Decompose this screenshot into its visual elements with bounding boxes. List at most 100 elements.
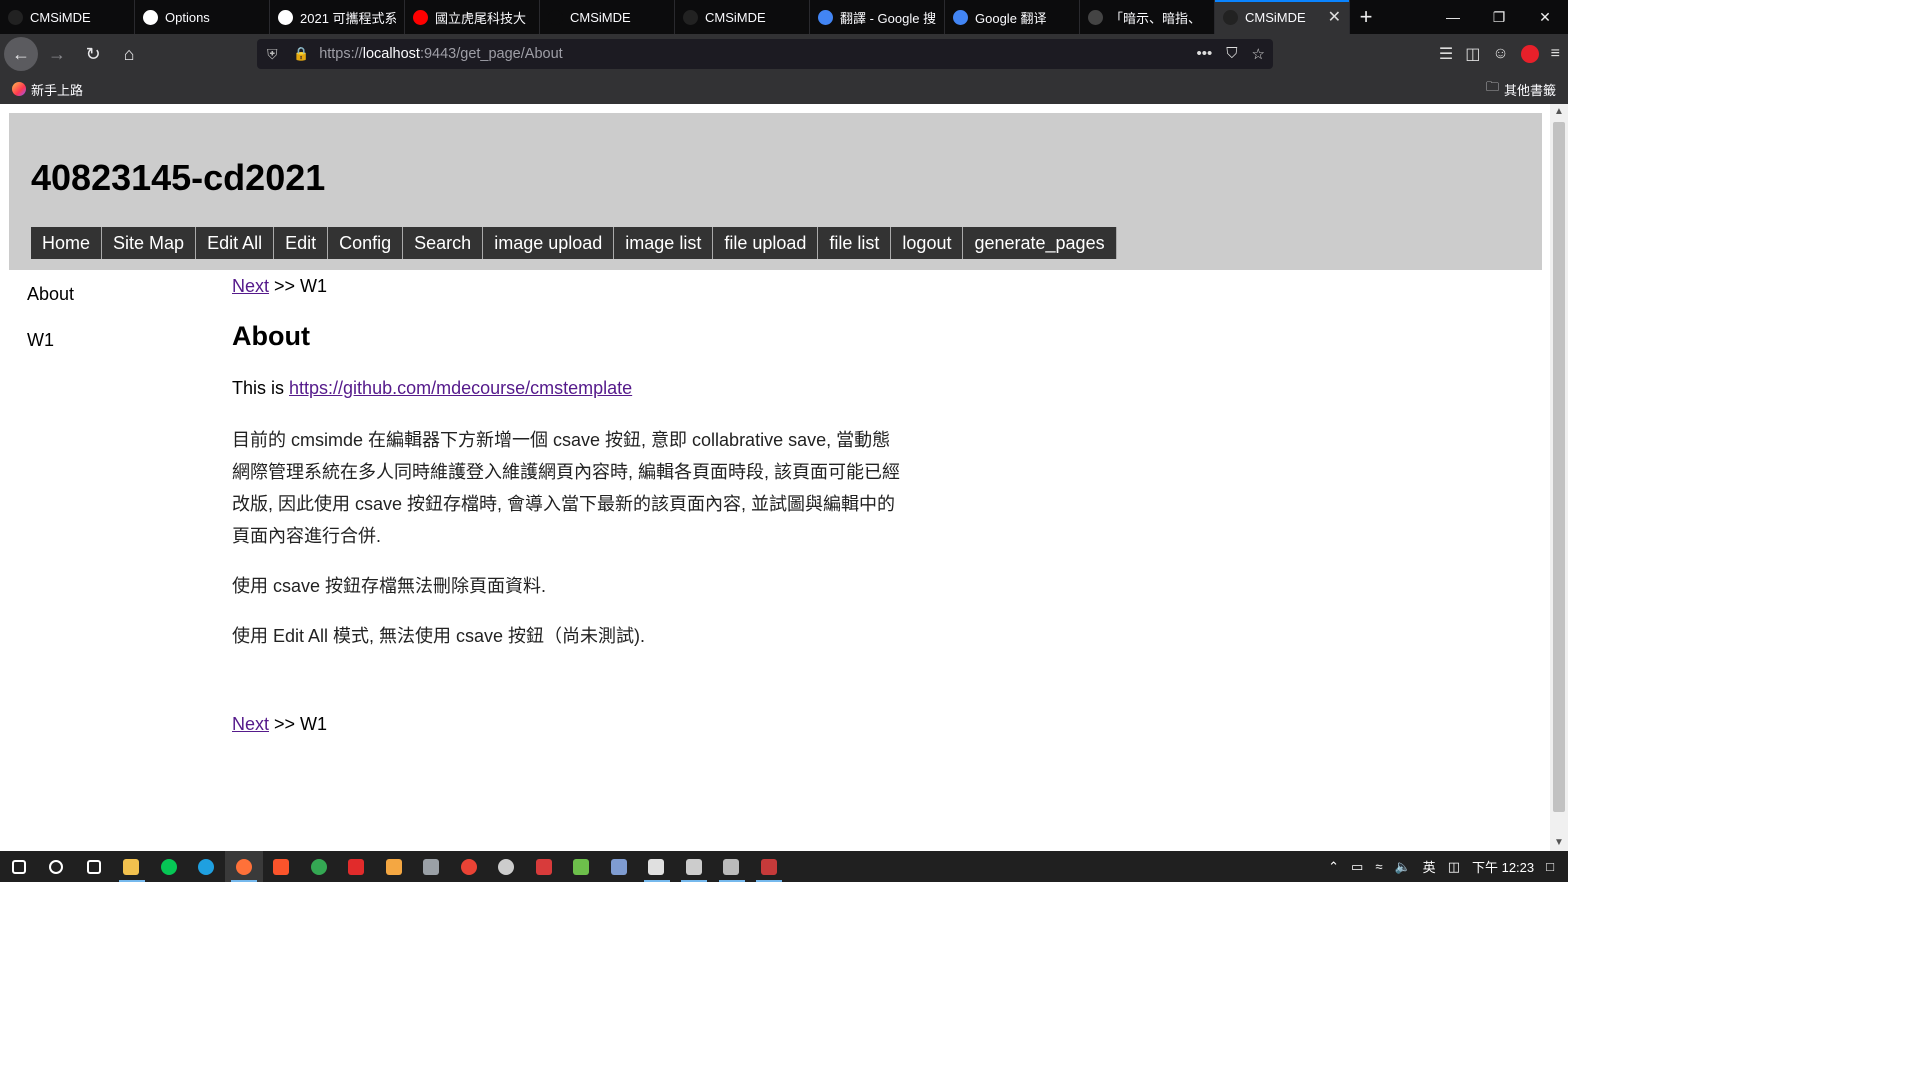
scroll-down-icon[interactable]: ▼ [1550,835,1568,851]
taskbar-chrome-icon[interactable] [300,851,338,882]
battery-icon[interactable]: ▭ [1351,859,1363,875]
menu-item-edit[interactable]: Edit [274,227,329,259]
back-arrow-icon[interactable]: ← [4,37,38,71]
taskbar-edge-icon[interactable] [188,851,226,882]
system-tray: ⌃ ▭ ≈ 🔈 英 ◫ 下午 12:23 □ [1328,851,1568,882]
scrollbar-thumb[interactable] [1553,122,1565,812]
ime-mode-icon[interactable]: ◫ [1448,859,1460,875]
close-window-icon[interactable]: ✕ [1522,0,1568,34]
menu-item-generate-pages[interactable]: generate_pages [963,227,1117,259]
browser-tab[interactable]: CMSiMDE [675,0,810,34]
pocket-icon[interactable]: ⛉ [1226,45,1237,63]
sidebar-toggle-icon[interactable]: ◫ [1465,44,1480,64]
library-icon[interactable]: ☰ [1439,44,1453,64]
menu-item-search[interactable]: Search [403,227,484,259]
forward-arrow-icon[interactable]: → [40,37,74,71]
browser-tab[interactable]: 2021 可攜程式系 [270,0,405,34]
clock[interactable]: 下午 12:23 [1472,857,1534,876]
scroll-up-icon[interactable]: ▲ [1550,104,1568,120]
menu-item-file-list[interactable]: file list [818,227,892,259]
browser-tab[interactable]: 「暗示、暗指、 [1080,0,1215,34]
github-link[interactable]: https://github.com/mdecourse/cmstemplate [289,378,632,398]
tab-title: Google 翻译 [975,10,1047,26]
sidebar-item-about[interactable]: About [27,284,74,305]
wifi-icon[interactable]: ≈ [1375,859,1382,874]
vertical-scrollbar[interactable]: ▲ ▼ [1550,104,1568,851]
site-title: 40823145-cd2021 [31,157,326,198]
menu-item-image-list[interactable]: image list [614,227,714,259]
menu-item-config[interactable]: Config [328,227,404,259]
taskbar-app-blue-icon[interactable] [600,851,638,882]
page-navigation-bottom: Next >> W1 [232,714,328,734]
taskbar-start-icon[interactable] [0,851,38,882]
taskbar-app-gray-icon[interactable] [413,851,451,882]
browser-tab[interactable]: Google 翻译 [945,0,1080,34]
home-icon[interactable]: ⌂ [112,37,146,71]
browser-tab[interactable]: 翻譯 - Google 搜 [810,0,945,34]
browser-tab[interactable]: Options [135,0,270,34]
taskbar-brave-icon[interactable] [263,851,301,882]
taskbar-app-red2-icon[interactable] [750,851,788,882]
edge-icon [198,858,215,875]
account-icon[interactable]: ☺ [1492,45,1508,63]
reload-icon[interactable]: ↻ [76,37,110,71]
app-red-icon [535,858,552,875]
taskbar-app-gear-icon[interactable] [713,851,751,882]
taskbar-app-circle-icon[interactable] [488,851,526,882]
app-gray-icon [423,858,440,875]
url-text[interactable]: https://localhost:9443/get_page/About [319,46,562,62]
tab-title: 國立虎尾科技大 [435,10,527,26]
taskbar-file-explorer-icon[interactable] [113,851,151,882]
firefox-icon [12,82,26,96]
taskbar-terminal-icon[interactable] [675,851,713,882]
chevron-up-icon[interactable]: ⌃ [1328,859,1339,875]
chrome-icon [310,858,327,875]
next-link[interactable]: Next [232,276,269,296]
other-bookmarks[interactable]: 🗀 其他書籤 [1486,78,1556,100]
menu-item-logout[interactable]: logout [891,227,964,259]
menu-item-site-map[interactable]: Site Map [102,227,197,259]
sidebar-item-w1[interactable]: W1 [27,330,74,351]
browser-tab[interactable]: 國立虎尾科技大 [405,0,540,34]
taskbar-app-red-icon[interactable] [525,851,563,882]
navigation-toolbar: ← → ↻ ⌂ ⛨ 🔒 https://localhost:9443/get_p… [0,34,1568,74]
menu-item-edit-all[interactable]: Edit All [196,227,275,259]
ime-indicator[interactable]: 英 [1423,857,1436,876]
volume-icon[interactable]: 🔈 [1394,859,1410,875]
url-bar[interactable]: ⛨ 🔒 https://localhost:9443/get_page/Abou… [257,39,1273,69]
app-hex-icon [573,858,590,875]
browser-tab[interactable]: CMSiMDE [540,0,675,34]
bookmarks-toolbar: 新手上路 🗀 其他書籤 [0,74,1568,104]
page-actions-icon[interactable]: ••• [1197,45,1213,63]
taskbar-app-chrome2-icon[interactable] [450,851,488,882]
browser-tab[interactable]: CMSiMDE ✕ [1215,0,1350,34]
taskbar-line-icon[interactable] [150,851,188,882]
tab-title: CMSiMDE [570,9,631,25]
taskbar-firefox-icon[interactable] [225,851,263,882]
taskbar-app-doc-icon[interactable] [638,851,676,882]
restore-icon[interactable]: ❐ [1476,0,1522,34]
taskbar-task-view-icon[interactable] [75,851,113,882]
site-header: 40823145-cd2021 Home Site Map Edit All Edit… [9,113,1542,270]
hamburger-menu-icon[interactable]: ≡ [1551,45,1560,63]
browser-tab[interactable]: CMSiMDE [0,0,135,34]
close-tab-icon[interactable]: ✕ [1328,7,1341,27]
menu-item-image-upload[interactable]: image upload [483,227,615,259]
taskbar-app-hex-icon[interactable] [563,851,601,882]
new-tab-button[interactable]: + [1350,0,1382,34]
bookmark-star-icon[interactable]: ☆ [1252,45,1265,63]
page-viewport: 40823145-cd2021 Home Site Map Edit All Edit… [0,104,1550,851]
menu-item-home[interactable]: Home [31,227,103,259]
next-link[interactable]: Next [232,714,269,734]
menu-item-file-upload[interactable]: file upload [713,227,819,259]
bookmark-getting-started[interactable]: 新手上路 [12,80,83,99]
minimize-icon[interactable]: — [1430,0,1476,34]
insecure-lock-icon[interactable]: 🔒 [293,46,309,62]
brave-icon [273,858,290,875]
taskbar-acrobat-icon[interactable] [338,851,376,882]
taskbar-search-icon[interactable] [38,851,76,882]
notification-icon[interactable]: □ [1546,859,1554,874]
tracking-shield-icon[interactable]: ⛨ [267,46,283,63]
adblock-icon[interactable] [1520,45,1539,63]
taskbar-inkscape-like-icon[interactable] [375,851,413,882]
